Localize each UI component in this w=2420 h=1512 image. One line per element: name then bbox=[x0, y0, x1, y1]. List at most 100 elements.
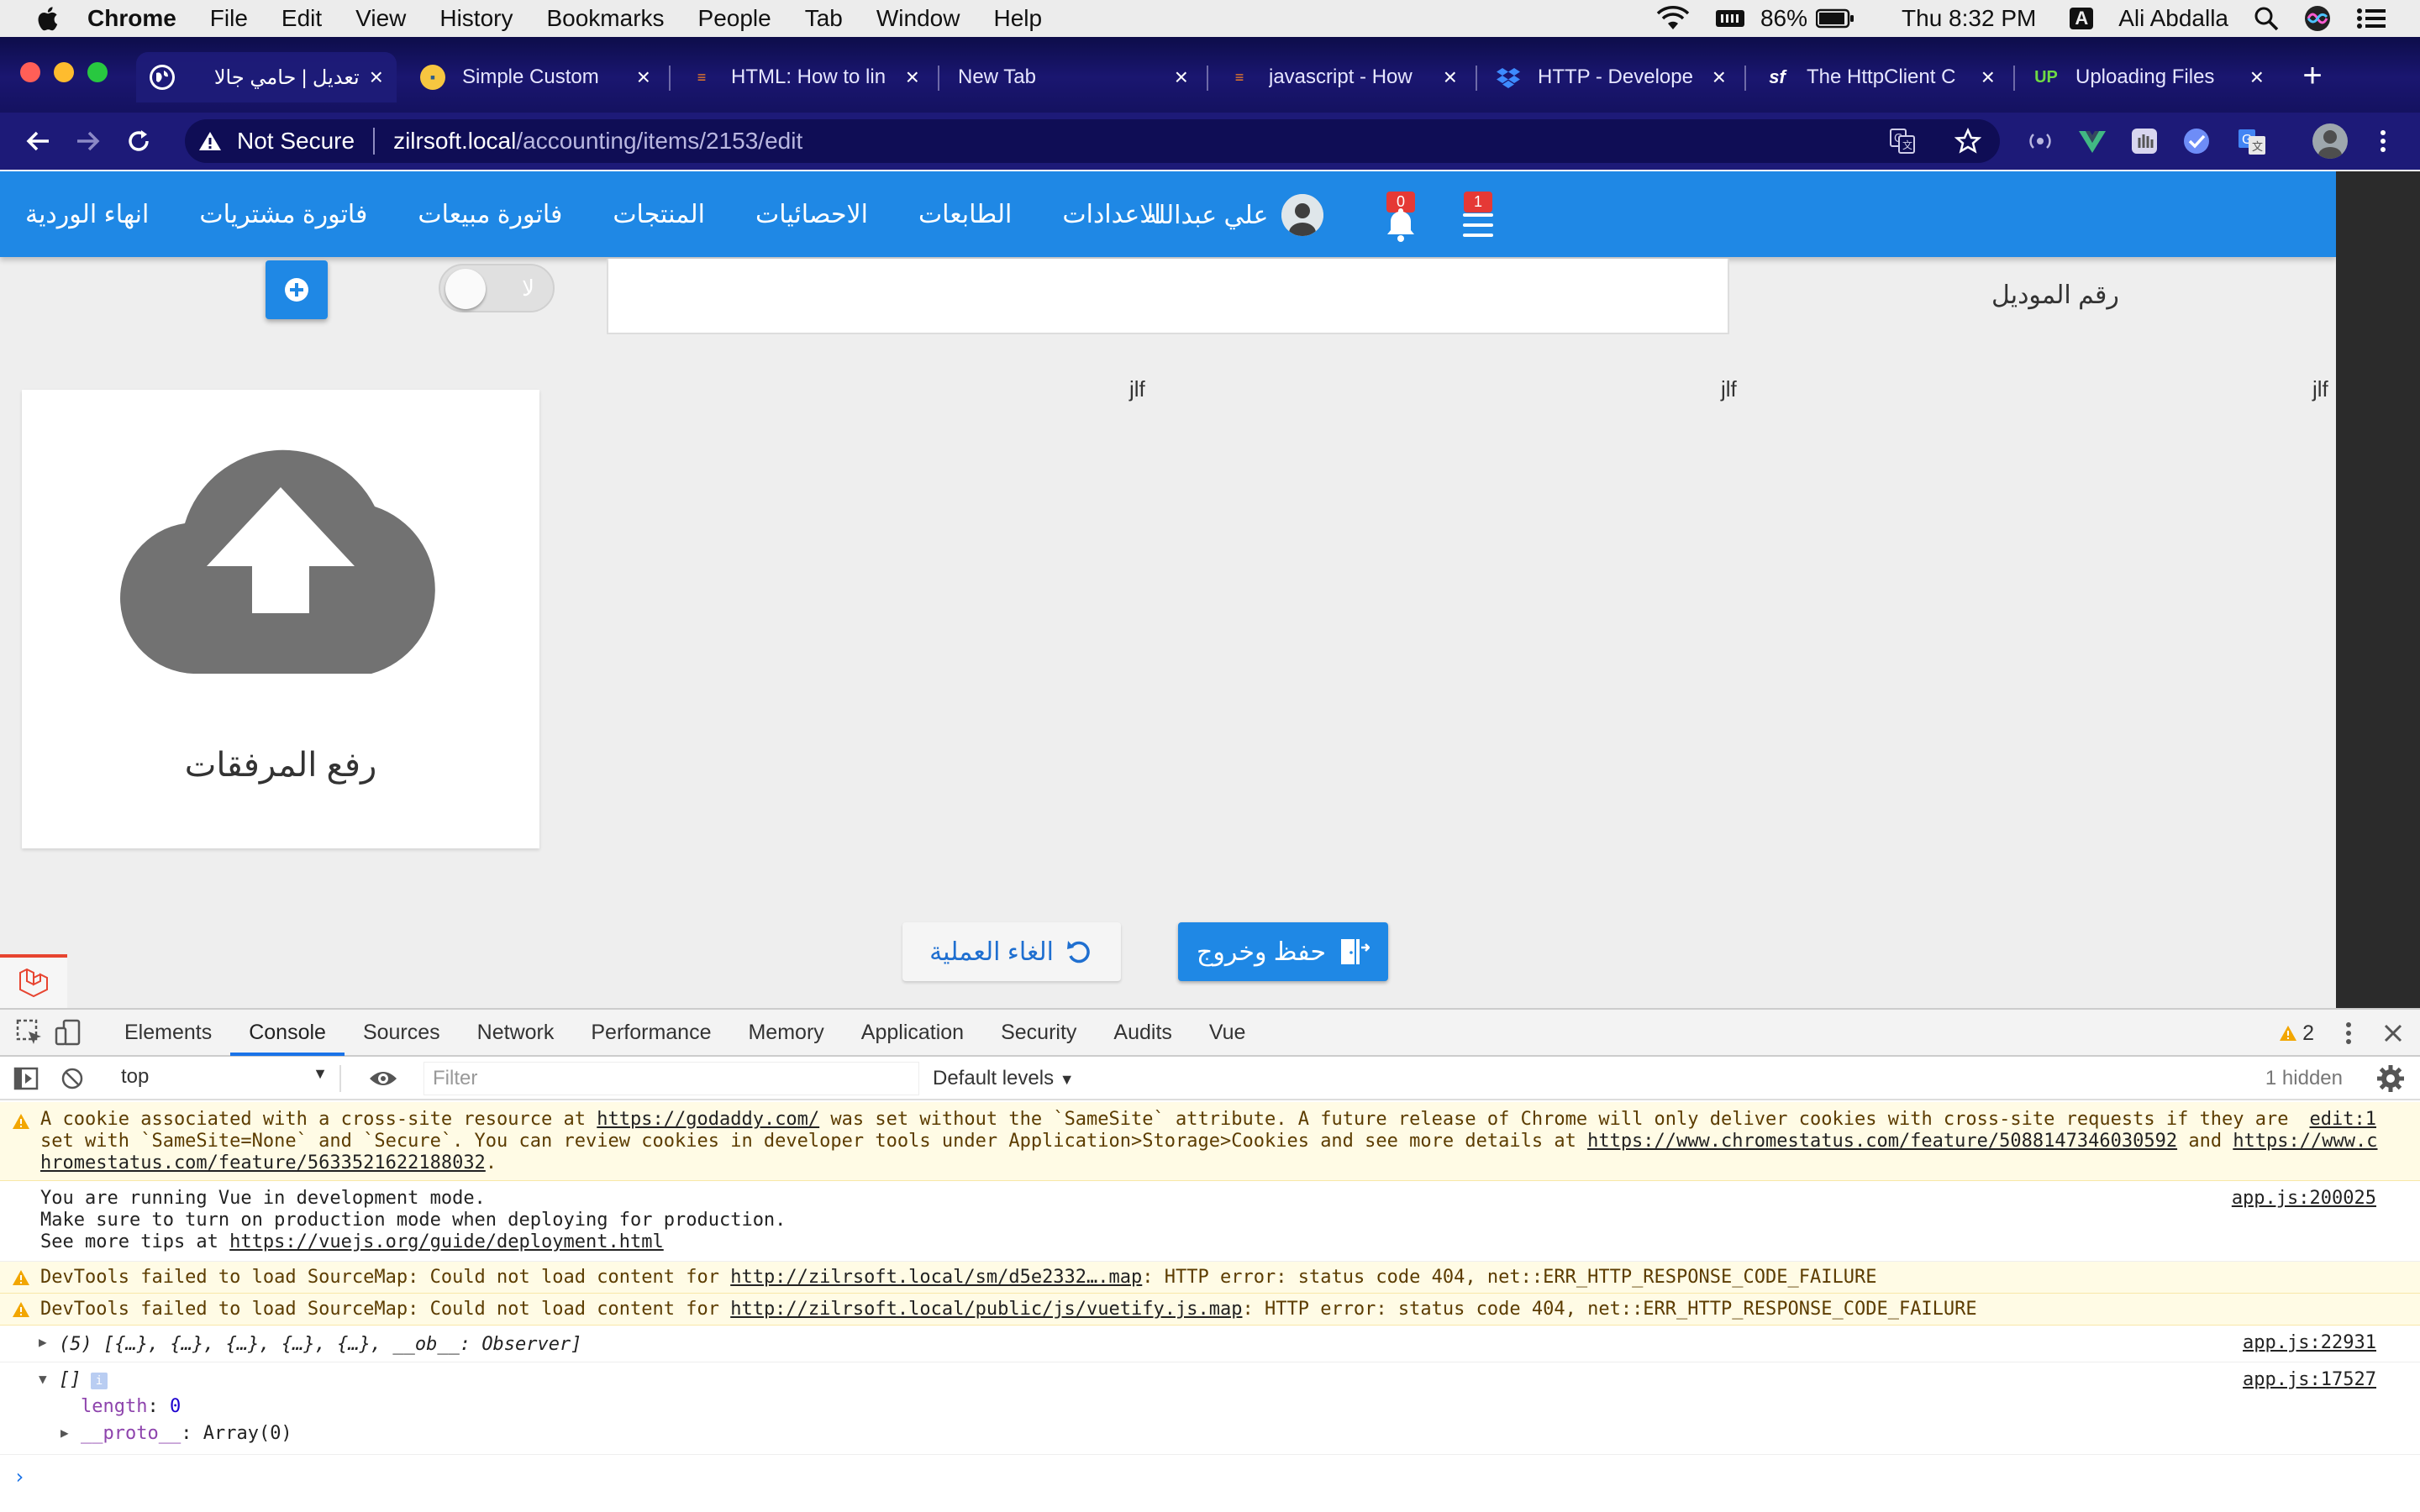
warnings-counter[interactable]: 2 bbox=[2279, 1021, 2314, 1046]
devtools-tab-memory[interactable]: Memory bbox=[729, 1009, 842, 1056]
nav-purchase-invoice[interactable]: فاتورة مشتريات bbox=[199, 200, 367, 229]
google-translate-extension-icon[interactable]: G文 bbox=[2237, 126, 2267, 156]
apple-logo-icon[interactable] bbox=[34, 4, 59, 33]
console-warning-message[interactable]: DevTools failed to load SourceMap: Could… bbox=[0, 1294, 2420, 1326]
devtools-tab-performance[interactable]: Performance bbox=[572, 1009, 729, 1056]
close-tab-icon[interactable]: × bbox=[1981, 64, 1995, 91]
translate-icon[interactable]: G文 bbox=[1889, 128, 1916, 155]
close-tab-icon[interactable]: × bbox=[1444, 64, 1457, 91]
close-window-button[interactable] bbox=[20, 62, 40, 82]
close-tab-icon[interactable]: × bbox=[2250, 64, 2264, 91]
vue-devtools-icon[interactable] bbox=[2077, 126, 2107, 156]
cancel-operation-button[interactable]: الغاء العملية bbox=[902, 922, 1121, 981]
tab-javascript-how[interactable]: ≡ javascript - How × bbox=[1213, 52, 1470, 102]
console-link[interactable]: http://zilrsoft.local/sm/d5e2332….map bbox=[730, 1267, 1142, 1288]
back-arrow-icon[interactable] bbox=[24, 127, 52, 155]
console-link[interactable]: http://zilrsoft.local/public/js/vuetify.… bbox=[730, 1299, 1242, 1320]
console-warning-message[interactable]: A cookie associated with a cross-site re… bbox=[0, 1102, 2420, 1181]
console-log-message[interactable]: ▼ [] i app.js:17527 length: 0 ▶ __proto_… bbox=[0, 1362, 2420, 1455]
tab-http-developer[interactable]: HTTP - Develope × bbox=[1482, 52, 1739, 102]
console-link[interactable]: https://godaddy.com/ bbox=[597, 1109, 819, 1130]
nav-printers[interactable]: الطابعات bbox=[918, 200, 1012, 229]
console-link[interactable]: https://www.chromestatus.com/feature/508… bbox=[1587, 1131, 2177, 1152]
close-tab-icon[interactable]: × bbox=[1712, 64, 1726, 91]
security-status[interactable]: Not Secure bbox=[237, 128, 355, 155]
checkmark-extension-icon[interactable] bbox=[2181, 126, 2212, 156]
zoom-window-button[interactable] bbox=[87, 62, 108, 82]
add-button[interactable] bbox=[266, 260, 328, 319]
menu-help[interactable]: Help bbox=[993, 5, 1042, 32]
menu-window[interactable]: Window bbox=[876, 5, 960, 32]
reload-icon[interactable] bbox=[124, 127, 153, 155]
menu-people[interactable]: People bbox=[698, 5, 771, 32]
menu-button[interactable]: 1 bbox=[1450, 188, 1506, 244]
context-selector[interactable]: top ▼ bbox=[119, 1065, 341, 1092]
menu-edit[interactable]: Edit bbox=[281, 5, 322, 32]
chrome-menu-icon[interactable] bbox=[2368, 126, 2398, 156]
devtools-tab-elements[interactable]: Elements bbox=[106, 1009, 230, 1056]
expand-arrow-icon[interactable]: ▶ bbox=[39, 1334, 47, 1350]
wifi-icon[interactable] bbox=[1656, 6, 1690, 31]
message-source-link[interactable]: app.js:22931 bbox=[2243, 1332, 2376, 1353]
close-tab-icon[interactable]: × bbox=[1175, 64, 1188, 91]
new-tab-button[interactable]: + bbox=[2294, 59, 2331, 96]
message-source-link[interactable]: edit:1 bbox=[2310, 1109, 2376, 1130]
debugbar-toggle[interactable] bbox=[0, 954, 67, 1008]
profile-avatar[interactable] bbox=[2312, 123, 2348, 159]
notifications-button[interactable]: 0 bbox=[1373, 188, 1428, 244]
console-link[interactable]: https://vuejs.org/guide/deployment.html bbox=[229, 1231, 664, 1252]
nav-statistics[interactable]: الاحصائيات bbox=[755, 200, 868, 229]
menu-bookmarks[interactable]: Bookmarks bbox=[546, 5, 664, 32]
devtools-more-icon[interactable] bbox=[2344, 1021, 2353, 1046]
console-prompt[interactable]: › bbox=[0, 1455, 2420, 1505]
user-menu[interactable]: علي عبدالله bbox=[1144, 193, 1324, 237]
toggle-switch[interactable]: لا bbox=[439, 264, 555, 312]
console-log-message[interactable]: You are running Vue in development mode.… bbox=[0, 1181, 2420, 1262]
devtools-tab-sources[interactable]: Sources bbox=[345, 1009, 459, 1056]
menu-tab[interactable]: Tab bbox=[805, 5, 843, 32]
notification-center-icon[interactable] bbox=[2356, 7, 2386, 30]
console-link[interactable]: https://www.c bbox=[2233, 1131, 2377, 1152]
tab-uploading-files[interactable]: UP Uploading Files × bbox=[2020, 52, 2277, 102]
device-toolbar-icon[interactable] bbox=[54, 1018, 82, 1047]
devtools-tab-audits[interactable]: Audits bbox=[1095, 1009, 1190, 1056]
devtools-tab-application[interactable]: Application bbox=[843, 1009, 982, 1056]
nav-sales-invoice[interactable]: فاتورة مبيعات bbox=[418, 200, 562, 229]
devtools-tab-security[interactable]: Security bbox=[982, 1009, 1095, 1056]
spotlight-search-icon[interactable] bbox=[2254, 6, 2279, 31]
devtools-close-icon[interactable] bbox=[2383, 1023, 2403, 1043]
console-link[interactable]: hromestatus.com/feature/5633521622188032 bbox=[40, 1152, 486, 1173]
close-tab-icon[interactable]: × bbox=[906, 64, 919, 91]
console-warning-message[interactable]: DevTools failed to load SourceMap: Could… bbox=[0, 1262, 2420, 1294]
devtools-tab-vue[interactable]: Vue bbox=[1191, 1009, 1265, 1056]
info-icon[interactable]: i bbox=[91, 1373, 108, 1389]
nav-end-shift[interactable]: انهاء الوردية bbox=[25, 200, 149, 229]
devtools-tab-console[interactable]: Console bbox=[230, 1009, 345, 1056]
menu-chrome[interactable]: Chrome bbox=[87, 5, 176, 32]
message-source-link[interactable]: app.js:200025 bbox=[2232, 1188, 2376, 1209]
clear-console-icon[interactable] bbox=[60, 1067, 84, 1090]
close-tab-icon[interactable]: × bbox=[637, 64, 650, 91]
bookmark-star-icon[interactable] bbox=[1954, 128, 1981, 155]
upload-attachments-card[interactable]: رفع المرفقات bbox=[22, 390, 539, 848]
clock[interactable]: Thu 8:32 PM bbox=[1902, 5, 2036, 32]
menubar-user[interactable]: Ali Abdalla bbox=[2118, 5, 2228, 32]
expand-arrow-icon[interactable]: ▶ bbox=[60, 1425, 69, 1441]
extension-hand-icon[interactable] bbox=[2129, 126, 2160, 156]
console-log-message[interactable]: ▶ (5) [{…}, {…}, {…}, {…}, {…}, __ob__: … bbox=[0, 1326, 2420, 1362]
inspect-element-icon[interactable] bbox=[15, 1018, 44, 1047]
console-filter-input[interactable]: Filter bbox=[424, 1062, 919, 1095]
address-bar[interactable]: Not Secure zilrsoft.local/accounting/ite… bbox=[185, 119, 2000, 163]
devtools-tab-network[interactable]: Network bbox=[459, 1009, 573, 1056]
broadcast-extension-icon[interactable] bbox=[2025, 126, 2055, 156]
console-settings-gear-icon[interactable] bbox=[2376, 1064, 2405, 1093]
warning-triangle-icon[interactable] bbox=[198, 130, 222, 152]
siri-icon[interactable] bbox=[2304, 5, 2331, 32]
show-sidebar-icon[interactable] bbox=[13, 1067, 39, 1090]
eye-icon[interactable] bbox=[368, 1068, 398, 1089]
tab-new-tab[interactable]: New Tab × bbox=[944, 52, 1202, 102]
memory-icon[interactable] bbox=[1715, 8, 1745, 29]
tab-simple-custom[interactable]: ▪ Simple Custom × bbox=[407, 52, 664, 102]
save-and-exit-button[interactable]: حفظ وخروج bbox=[1178, 922, 1388, 981]
tab-httpclient[interactable]: sf The HttpClient C × bbox=[1751, 52, 2008, 102]
